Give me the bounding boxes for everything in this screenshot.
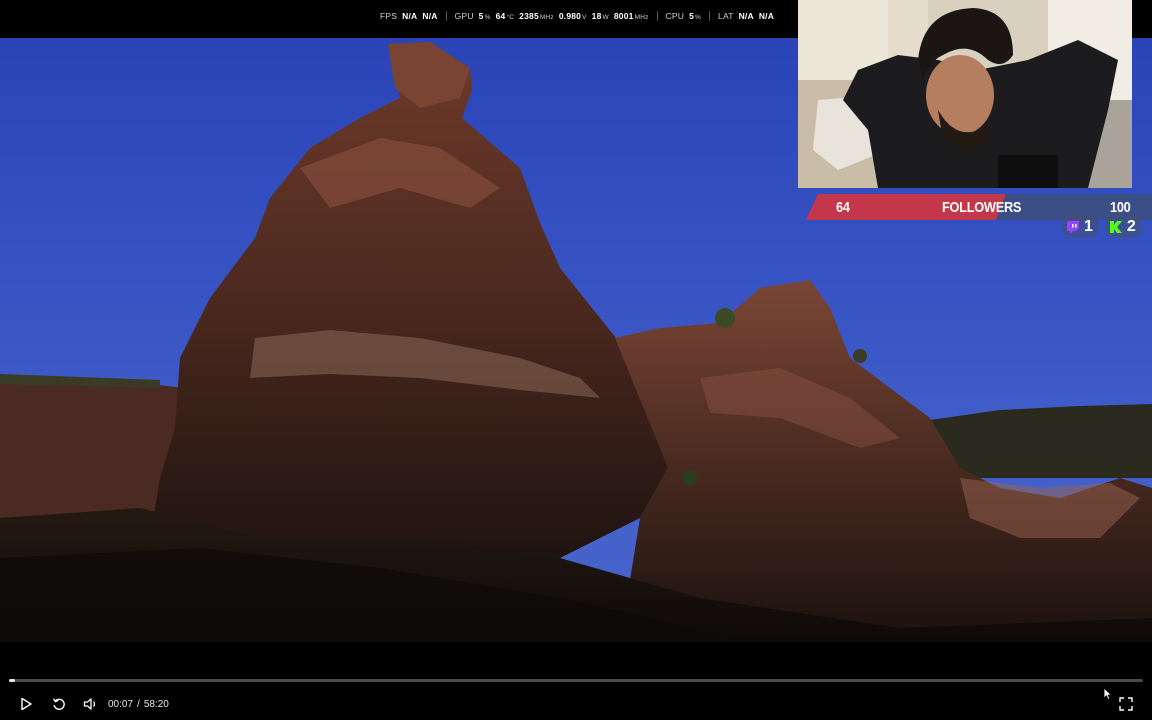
stream-view: FPS N/A N/A GPU 5% 64°C 2385MHz 0.980V 1… — [0, 0, 1152, 720]
replay-button[interactable] — [50, 695, 68, 713]
duration: 58:20 — [143, 699, 169, 710]
kick-count: 2 — [1126, 218, 1136, 235]
gpu-power: 18 — [591, 11, 602, 21]
replay-icon — [52, 698, 65, 710]
platform-counters: 1 2 — [1062, 216, 1142, 238]
goal-label: FOLLOWERS — [942, 199, 1022, 216]
gpu-temp-unit: °C — [506, 14, 515, 21]
gpu-group: GPU 5% 64°C 2385MHz 0.980V 18W 8001MHz — [445, 11, 657, 21]
fps-value-2: N/A — [422, 11, 438, 21]
lat-value-2: N/A — [758, 11, 775, 21]
kick-icon — [1109, 221, 1122, 233]
gpu-clock: 2385 — [519, 11, 539, 21]
goal-target: 100 — [1110, 199, 1131, 216]
cpu-group: CPU 5% — [656, 11, 709, 21]
twitch-counter: 1 — [1062, 216, 1099, 238]
volume-button[interactable] — [82, 695, 100, 713]
performance-overlay: FPS N/A N/A GPU 5% 64°C 2385MHz 0.980V 1… — [380, 11, 782, 21]
lat-group: LAT N/A N/A — [709, 11, 782, 21]
volume-icon — [83, 698, 96, 710]
gpu-usage-unit: % — [484, 14, 491, 21]
gpu-power-unit: W — [602, 14, 609, 21]
play-icon — [21, 697, 32, 711]
gpu-voltage-unit: V — [582, 14, 587, 21]
streamer-image — [798, 0, 1132, 188]
gpu-mem-clock-unit: MHz — [634, 14, 649, 21]
play-button[interactable] — [17, 695, 35, 713]
fps-value-1: N/A — [402, 11, 418, 21]
kick-counter: 2 — [1104, 216, 1142, 238]
fullscreen-icon — [1119, 697, 1133, 711]
cpu-label: CPU — [665, 11, 685, 21]
gpu-temp: 64 — [495, 11, 506, 21]
seek-bar[interactable] — [9, 679, 1143, 682]
lat-value-1: N/A — [738, 11, 754, 21]
lat-label: LAT — [718, 11, 734, 21]
gpu-usage: 5 — [478, 11, 484, 21]
current-time: 00:07 — [108, 699, 134, 710]
webcam-feed — [798, 0, 1132, 188]
gpu-label: GPU — [454, 11, 474, 21]
time-display: 00:07 / 58:20 — [108, 699, 169, 710]
fullscreen-button[interactable] — [1117, 695, 1135, 713]
mouse-cursor-icon — [1103, 687, 1113, 701]
player-controls: 00:07 / 58:20 — [0, 642, 1152, 720]
gpu-voltage: 0.980 — [558, 11, 582, 21]
cpu-usage-unit: % — [695, 14, 702, 21]
goal-current: 64 — [836, 199, 850, 216]
twitch-icon — [1067, 221, 1079, 233]
fps-label: FPS — [380, 11, 398, 21]
seek-bar-played — [9, 679, 15, 682]
fps-group: FPS N/A N/A — [380, 11, 446, 21]
gpu-clock-unit: MHz — [539, 14, 554, 21]
time-separator: / — [137, 699, 140, 710]
twitch-count: 1 — [1084, 218, 1093, 235]
gpu-mem-clock: 8001 — [613, 11, 634, 21]
cpu-usage: 5 — [689, 11, 695, 21]
